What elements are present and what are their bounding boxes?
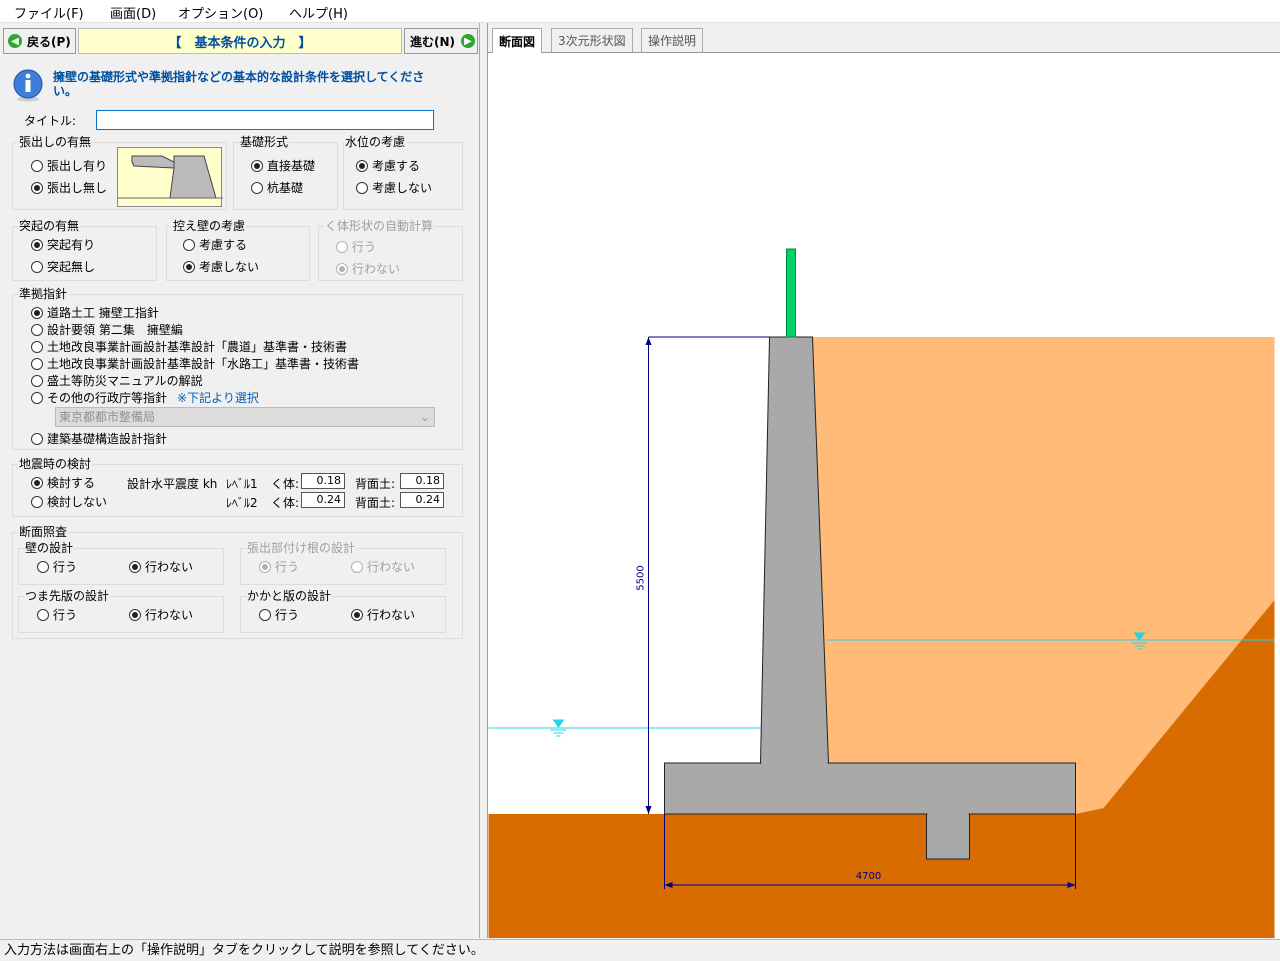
standard-option-4[interactable]: 土地改良事業計画設計基準設計「水路工」基準書・技術書 (31, 357, 359, 371)
autoshape-dont-radio: 行わない (336, 262, 400, 276)
section-title: 断面照査 (18, 525, 69, 539)
standard-option-2[interactable]: 設計要領 第二集 擁壁編 (31, 323, 183, 337)
base-slab (664, 762, 1076, 815)
info-line-1: 擁壁の基礎形式や準拠指針などの基本的な設計条件を選択してくださ (53, 70, 425, 84)
tab-3d-view[interactable]: 3次元形状図 (551, 28, 633, 52)
projection-title: 突起の有無 (18, 219, 81, 233)
heel-design-dont-radio[interactable]: 行わない (351, 608, 415, 622)
standard-option-7[interactable]: 建築基礎構造設計指針 (31, 432, 167, 446)
tab-instructions[interactable]: 操作説明 (641, 28, 704, 52)
toe-design-dont-radio[interactable]: 行わない (129, 608, 193, 622)
standard-option-5[interactable]: 盛土等防災マニュアルの解説 (31, 374, 203, 388)
heel-design-do-radio[interactable]: 行う (259, 608, 299, 622)
seismic-title: 地震時の検討 (18, 457, 93, 471)
overhang-title: 張出しの有無 (18, 135, 93, 149)
tab-section-view[interactable]: 断面図 (492, 28, 543, 53)
info-line-2: い。 (53, 84, 78, 98)
standard-option-1[interactable]: 道路土工 擁壁工指針 (31, 306, 159, 320)
view-tabs: 断面図 3次元形状図 操作説明 (488, 23, 1280, 53)
agency-dropdown: 東京都都市整備局 ⌄ (55, 407, 435, 427)
level1-body-input[interactable]: 0.18 (301, 473, 345, 489)
foundation-direct-radio[interactable]: 直接基礎 (251, 159, 315, 173)
overhang-preview (117, 147, 223, 207)
arrow-left-icon: ◀ (8, 34, 22, 48)
chevron-down-icon: ⌄ (419, 410, 430, 424)
toe-design-title: つま先版の設計 (24, 589, 111, 603)
seismic-coef-label: 設計水平震度 kh (127, 477, 218, 491)
seismic-dont-radio[interactable]: 検討しない (31, 495, 107, 509)
counterfort-title: 控え壁の考慮 (172, 219, 247, 233)
height-dimension-label: 5500 (636, 565, 647, 590)
water-ignore-radio[interactable]: 考慮しない (356, 181, 432, 195)
level2-back-label: 背面土: (355, 496, 396, 510)
level1-body-label: く体: (271, 477, 300, 491)
level2-body-input[interactable]: 0.24 (301, 492, 345, 508)
heel-design-title: かかと版の設計 (246, 589, 333, 603)
wall-design-do-radio[interactable]: 行う (37, 560, 77, 574)
shear-key (926, 813, 970, 860)
title-label: タイトル: (24, 114, 77, 128)
agency-dropdown-value: 東京都都市整備局 (59, 410, 156, 424)
water-title: 水位の考慮 (344, 135, 407, 149)
page-heading: 【 基本条件の入力 】 (78, 28, 402, 54)
water-consider-radio[interactable]: 考慮する (356, 159, 420, 173)
level1-back-input[interactable]: 0.18 (400, 473, 444, 489)
projection-yes-radio[interactable]: 突起有り (31, 238, 95, 252)
wall-design-title: 壁の設計 (24, 541, 75, 555)
foundation-group (233, 142, 338, 210)
status-bar: 入力方法は画面右上の「操作説明」タブをクリックして説明を参照してください。 (0, 939, 1280, 961)
info-message: 擁壁の基礎形式や準拠指針などの基本的な設計条件を選択してくださ い。 (53, 70, 463, 98)
foundation-pile-radio[interactable]: 杭基礎 (251, 181, 303, 195)
next-button-label: 進む(N) (410, 34, 456, 49)
projection-no-radio[interactable]: 突起無し (31, 260, 95, 274)
counterfort-ignore-radio[interactable]: 考慮しない (183, 260, 259, 274)
root-design-dont-radio: 行わない (351, 560, 415, 574)
standard-option-3[interactable]: 土地改良事業計画設計基準設計「農道」基準書・技術書 (31, 340, 347, 354)
arrow-right-icon: ▶ (461, 34, 476, 48)
level1-back-label: 背面土: (355, 477, 396, 491)
standard-note: ※下記より選択 (177, 391, 259, 405)
back-button[interactable]: ◀ 戻る(P) (3, 28, 76, 54)
level1-label: ﾚﾍﾞﾙ1 (226, 477, 258, 491)
standard-option-6[interactable]: その他の行政庁等指針 ※下記より選択 (31, 391, 259, 405)
root-design-do-radio: 行う (259, 560, 299, 574)
section-drawing: 5500 4700 (488, 53, 1280, 938)
menu-bar: ファイル(F) 画面(D) オプション(O) ヘルプ(H) (0, 0, 1280, 23)
menu-help[interactable]: ヘルプ(H) (289, 3, 348, 22)
water-group (343, 142, 463, 210)
info-icon (12, 68, 44, 102)
autoshape-title: く体形状の自動計算 (324, 219, 435, 233)
next-button[interactable]: 進む(N) ▶ (404, 28, 478, 54)
level2-label: ﾚﾍﾞﾙ2 (226, 496, 258, 510)
level2-body-label: く体: (271, 496, 300, 510)
counterfort-consider-radio[interactable]: 考慮する (183, 238, 247, 252)
menu-file[interactable]: ファイル(F) (14, 3, 84, 22)
wall-design-dont-radio[interactable]: 行わない (129, 560, 193, 574)
width-dimension-label: 4700 (856, 871, 881, 882)
title-input[interactable] (96, 110, 434, 130)
level2-back-input[interactable]: 0.24 (400, 492, 444, 508)
root-design-title: 張出部付け根の設計 (246, 541, 357, 555)
drawing-panel: 断面図 3次元形状図 操作説明 5500 4700 (487, 23, 1280, 938)
overhang-yes-radio[interactable]: 張出し有り (31, 159, 107, 173)
standard-title: 準拠指針 (18, 287, 69, 301)
seismic-do-radio[interactable]: 検討する (31, 476, 95, 490)
fence-post (786, 248, 796, 338)
overhang-no-radio[interactable]: 張出し無し (31, 181, 107, 195)
menu-screen[interactable]: 画面(D) (110, 3, 156, 22)
autoshape-do-radio: 行う (336, 240, 376, 254)
toe-design-do-radio[interactable]: 行う (37, 608, 77, 622)
menu-options[interactable]: オプション(O) (178, 3, 263, 22)
back-button-label: 戻る(P) (27, 34, 71, 49)
foundation-title: 基礎形式 (239, 135, 290, 149)
